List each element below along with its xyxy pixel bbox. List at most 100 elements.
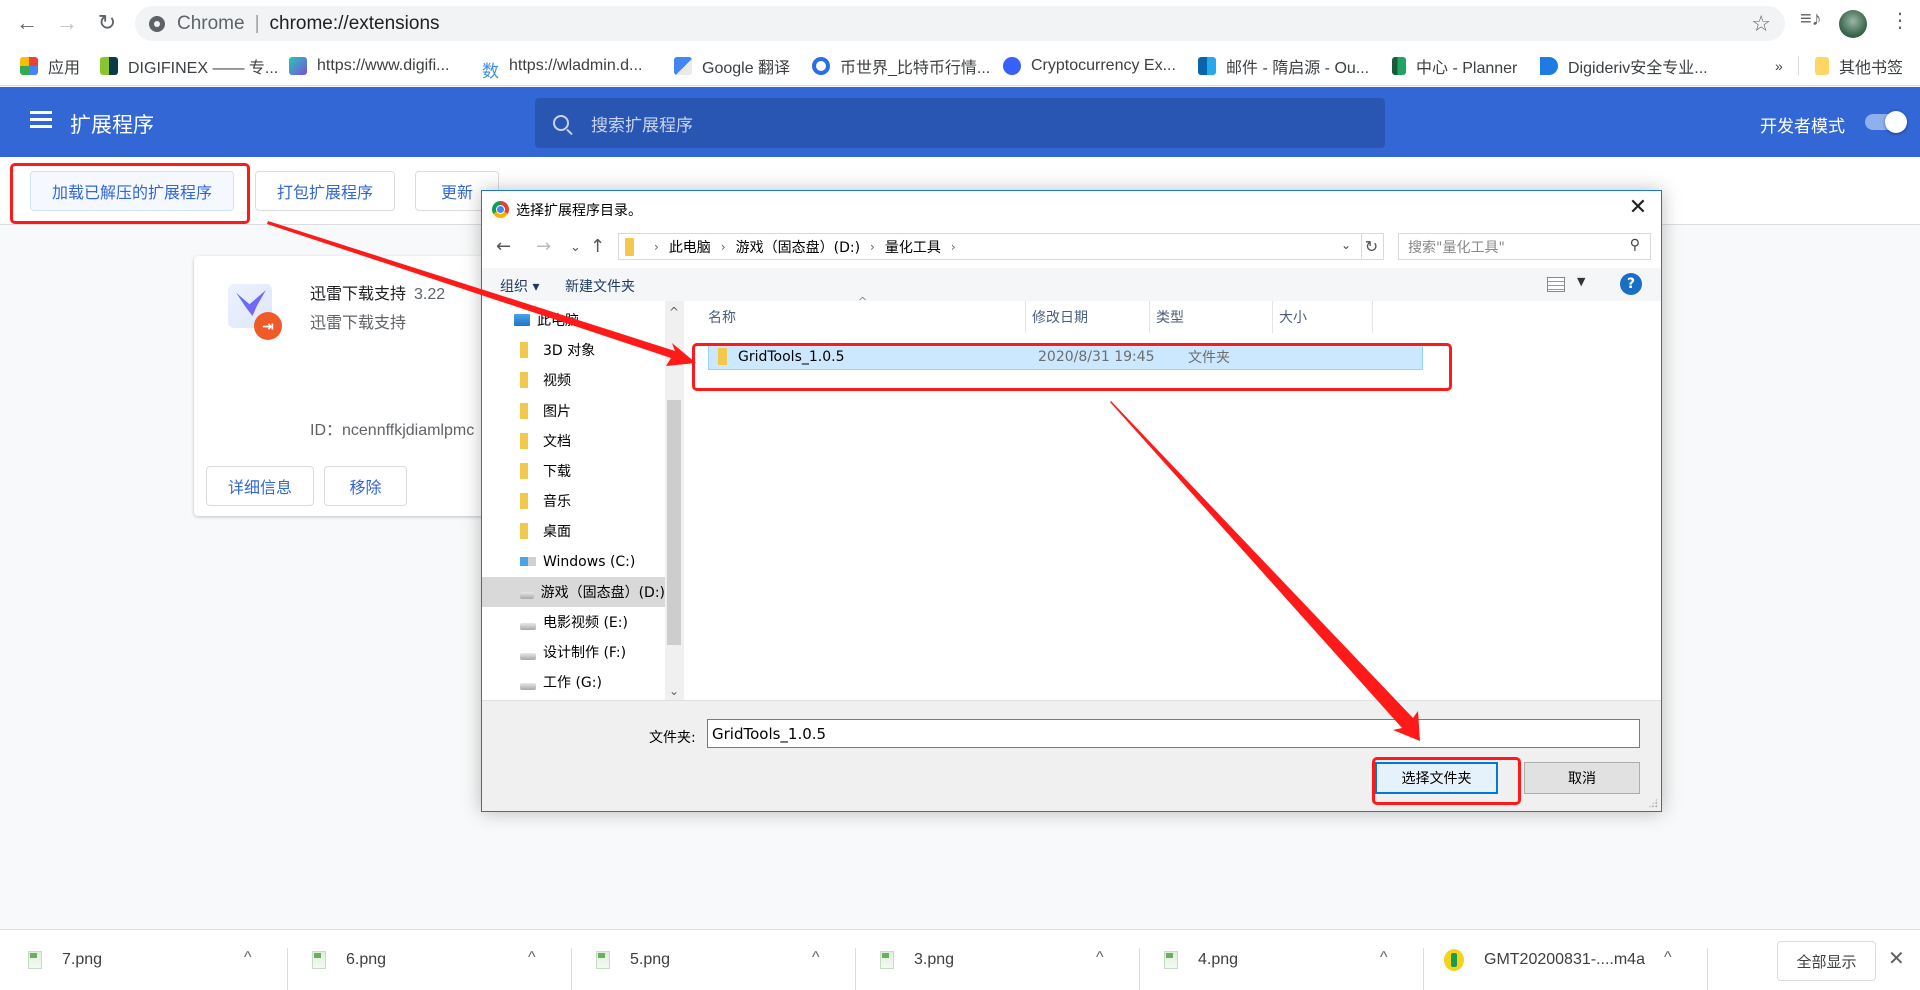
bookmark-coinmarket[interactable]: Cryptocurrency Ex... (1003, 54, 1176, 78)
tree-item-label: 音乐 (543, 494, 571, 511)
folder-icon (520, 493, 528, 510)
download-options-caret-icon[interactable]: ^ (1380, 949, 1388, 967)
tree-item[interactable]: 工作 (G:) (482, 667, 665, 697)
other-bookmarks[interactable]: 其他书签 (1815, 54, 1903, 78)
tree-item[interactable]: 下载 (482, 456, 665, 486)
help-icon[interactable]: ? (1620, 273, 1642, 295)
folder-icon (1815, 57, 1829, 75)
annotation-box-select-button (1372, 757, 1521, 805)
download-item[interactable]: GMT20200831-....m4a ^ (1420, 939, 1694, 981)
resize-grip-icon[interactable] (1648, 798, 1658, 808)
tree-item[interactable]: 电影视频 (E:) (482, 607, 665, 637)
column-header-size[interactable]: 大小 (1273, 301, 1373, 333)
star-icon[interactable]: ☆ (1751, 11, 1771, 37)
bookmark-wladmin[interactable]: 数 https://wladmin.d... (482, 54, 642, 81)
chevron-down-icon[interactable]: ⌄ (1341, 238, 1351, 252)
download-options-caret-icon[interactable]: ^ (1096, 949, 1104, 967)
column-header-modified[interactable]: 修改日期 (1026, 301, 1150, 333)
address-url[interactable]: chrome://extensions (270, 13, 440, 35)
extensions-search-input[interactable]: 搜索扩展程序 (535, 98, 1385, 148)
organize-menu[interactable]: 组织 ▾ (500, 276, 539, 296)
bookmark-digifi[interactable]: https://www.digifi... (289, 54, 450, 78)
folder-icon (520, 523, 528, 540)
bookmark-outlook[interactable]: 邮件 - 隋启源 - Ou... (1198, 54, 1369, 78)
tree-item-label: 工作 (G:) (543, 675, 602, 692)
folder-search-input[interactable]: 搜索"量化工具" ⚲ (1398, 233, 1651, 260)
media-control-icon[interactable]: ≡♪ (1800, 8, 1822, 31)
breadcrumb-item[interactable]: 此电脑 (669, 237, 711, 257)
remove-button[interactable]: 移除 (324, 466, 407, 506)
drive-icon (520, 652, 536, 660)
tree-item[interactable]: 桌面 (482, 516, 665, 546)
chevron-right-icon[interactable]: › (870, 240, 875, 254)
bookmark-apps[interactable]: 应用 (20, 54, 80, 78)
download-item[interactable]: 5.png ^ (568, 939, 842, 981)
chevron-right-icon[interactable]: › (951, 240, 956, 254)
download-options-caret-icon[interactable]: ^ (812, 949, 820, 967)
scrollbar-thumb[interactable] (667, 400, 681, 645)
bookmark-google-translate[interactable]: Google 翻译 (674, 54, 790, 78)
download-item[interactable]: 7.png ^ (0, 939, 274, 981)
avatar[interactable] (1839, 10, 1867, 38)
address-bar[interactable]: Chrome | chrome://extensions ☆ (135, 6, 1785, 41)
column-header-type[interactable]: 类型 (1150, 301, 1273, 333)
digifi-icon (289, 57, 307, 75)
tree-item[interactable]: 视频 (482, 365, 665, 395)
download-item[interactable]: 6.png ^ (284, 939, 558, 981)
column-header-name[interactable]: 名称 (702, 301, 1026, 333)
tree-item[interactable]: 此电脑 (482, 305, 665, 335)
download-item[interactable]: 4.png ^ (1136, 939, 1410, 981)
up-arrow-icon[interactable]: ↑ (590, 236, 605, 257)
cancel-button[interactable]: 取消 (1524, 762, 1640, 794)
folder-name-input[interactable]: GridTools_1.0.5 (707, 719, 1640, 748)
scroll-down-icon[interactable]: ⌄ (665, 684, 683, 698)
tree-scrollbar[interactable]: ^ ⌄ (665, 301, 683, 700)
details-button[interactable]: 详细信息 (206, 466, 314, 506)
download-item[interactable]: 3.png ^ (852, 939, 1126, 981)
bookmark-digifinex[interactable]: DIGIFINEX —— 专... (100, 54, 278, 78)
caret-down-icon[interactable]: ▼ (1577, 275, 1585, 288)
forward-arrow-icon[interactable]: → (536, 236, 551, 257)
download-options-caret-icon[interactable]: ^ (244, 949, 252, 967)
bookmark-bishijie[interactable]: 币世界_比特币行情... (812, 54, 990, 78)
close-icon[interactable]: ✕ (1625, 195, 1651, 221)
breadcrumb-item[interactable]: 量化工具 (885, 237, 941, 257)
show-all-downloads-button[interactable]: 全部显示 (1777, 941, 1876, 981)
breadcrumb-item[interactable]: 游戏（固态盘）(D:) (736, 237, 860, 257)
hamburger-menu-icon[interactable] (30, 111, 52, 129)
tree-item-label: 视频 (543, 373, 571, 390)
bookmarks-overflow-button[interactable]: » (1775, 54, 1783, 78)
recent-locations-chevron-icon[interactable]: ⌄ (570, 240, 581, 255)
tree-item[interactable]: 3D 对象 (482, 335, 665, 365)
close-icon[interactable]: ✕ (1888, 946, 1905, 971)
annotation-box-file-row (692, 343, 1452, 391)
bookmark-digideriv[interactable]: Digideriv安全专业... (1540, 54, 1708, 78)
back-arrow-icon[interactable]: ← (14, 10, 40, 36)
tree-item[interactable]: 设计制作 (F:) (482, 637, 665, 667)
refresh-icon[interactable]: ↻ (1360, 233, 1384, 260)
tree-item[interactable]: Windows (C:) (482, 547, 665, 577)
tree-item[interactable]: 图片 (482, 396, 665, 426)
more-vert-icon[interactable]: ⋮ (1890, 8, 1910, 33)
view-options-icon[interactable] (1547, 277, 1565, 292)
chevron-right-icon[interactable]: › (721, 240, 726, 254)
chevron-right-icon[interactable]: › (654, 240, 659, 254)
folder-icon (520, 372, 528, 389)
bookmark-planner[interactable]: 中心 - Planner (1392, 54, 1517, 78)
back-arrow-icon[interactable]: ← (496, 236, 511, 257)
scroll-up-icon[interactable]: ^ (665, 305, 683, 319)
tree-item[interactable]: 游戏（固态盘）(D:) (482, 576, 665, 607)
reload-icon[interactable]: ↻ (94, 10, 120, 36)
tree-item[interactable]: 文档 (482, 426, 665, 456)
forward-arrow-icon[interactable]: → (54, 10, 80, 36)
tree-item[interactable]: 音乐 (482, 486, 665, 516)
search-placeholder: 搜索扩展程序 (591, 115, 693, 135)
image-file-icon (312, 951, 326, 969)
pack-extension-button[interactable]: 打包扩展程序 (255, 171, 395, 211)
developer-mode-toggle[interactable] (1865, 111, 1907, 133)
path-breadcrumb[interactable]: › 此电脑 › 游戏（固态盘）(D:) › 量化工具 › ⌄ (618, 233, 1362, 260)
download-options-caret-icon[interactable]: ^ (528, 949, 536, 967)
new-folder-button[interactable]: 新建文件夹 (565, 276, 635, 296)
coinmarket-icon (1003, 57, 1021, 75)
download-options-caret-icon[interactable]: ^ (1664, 949, 1672, 967)
